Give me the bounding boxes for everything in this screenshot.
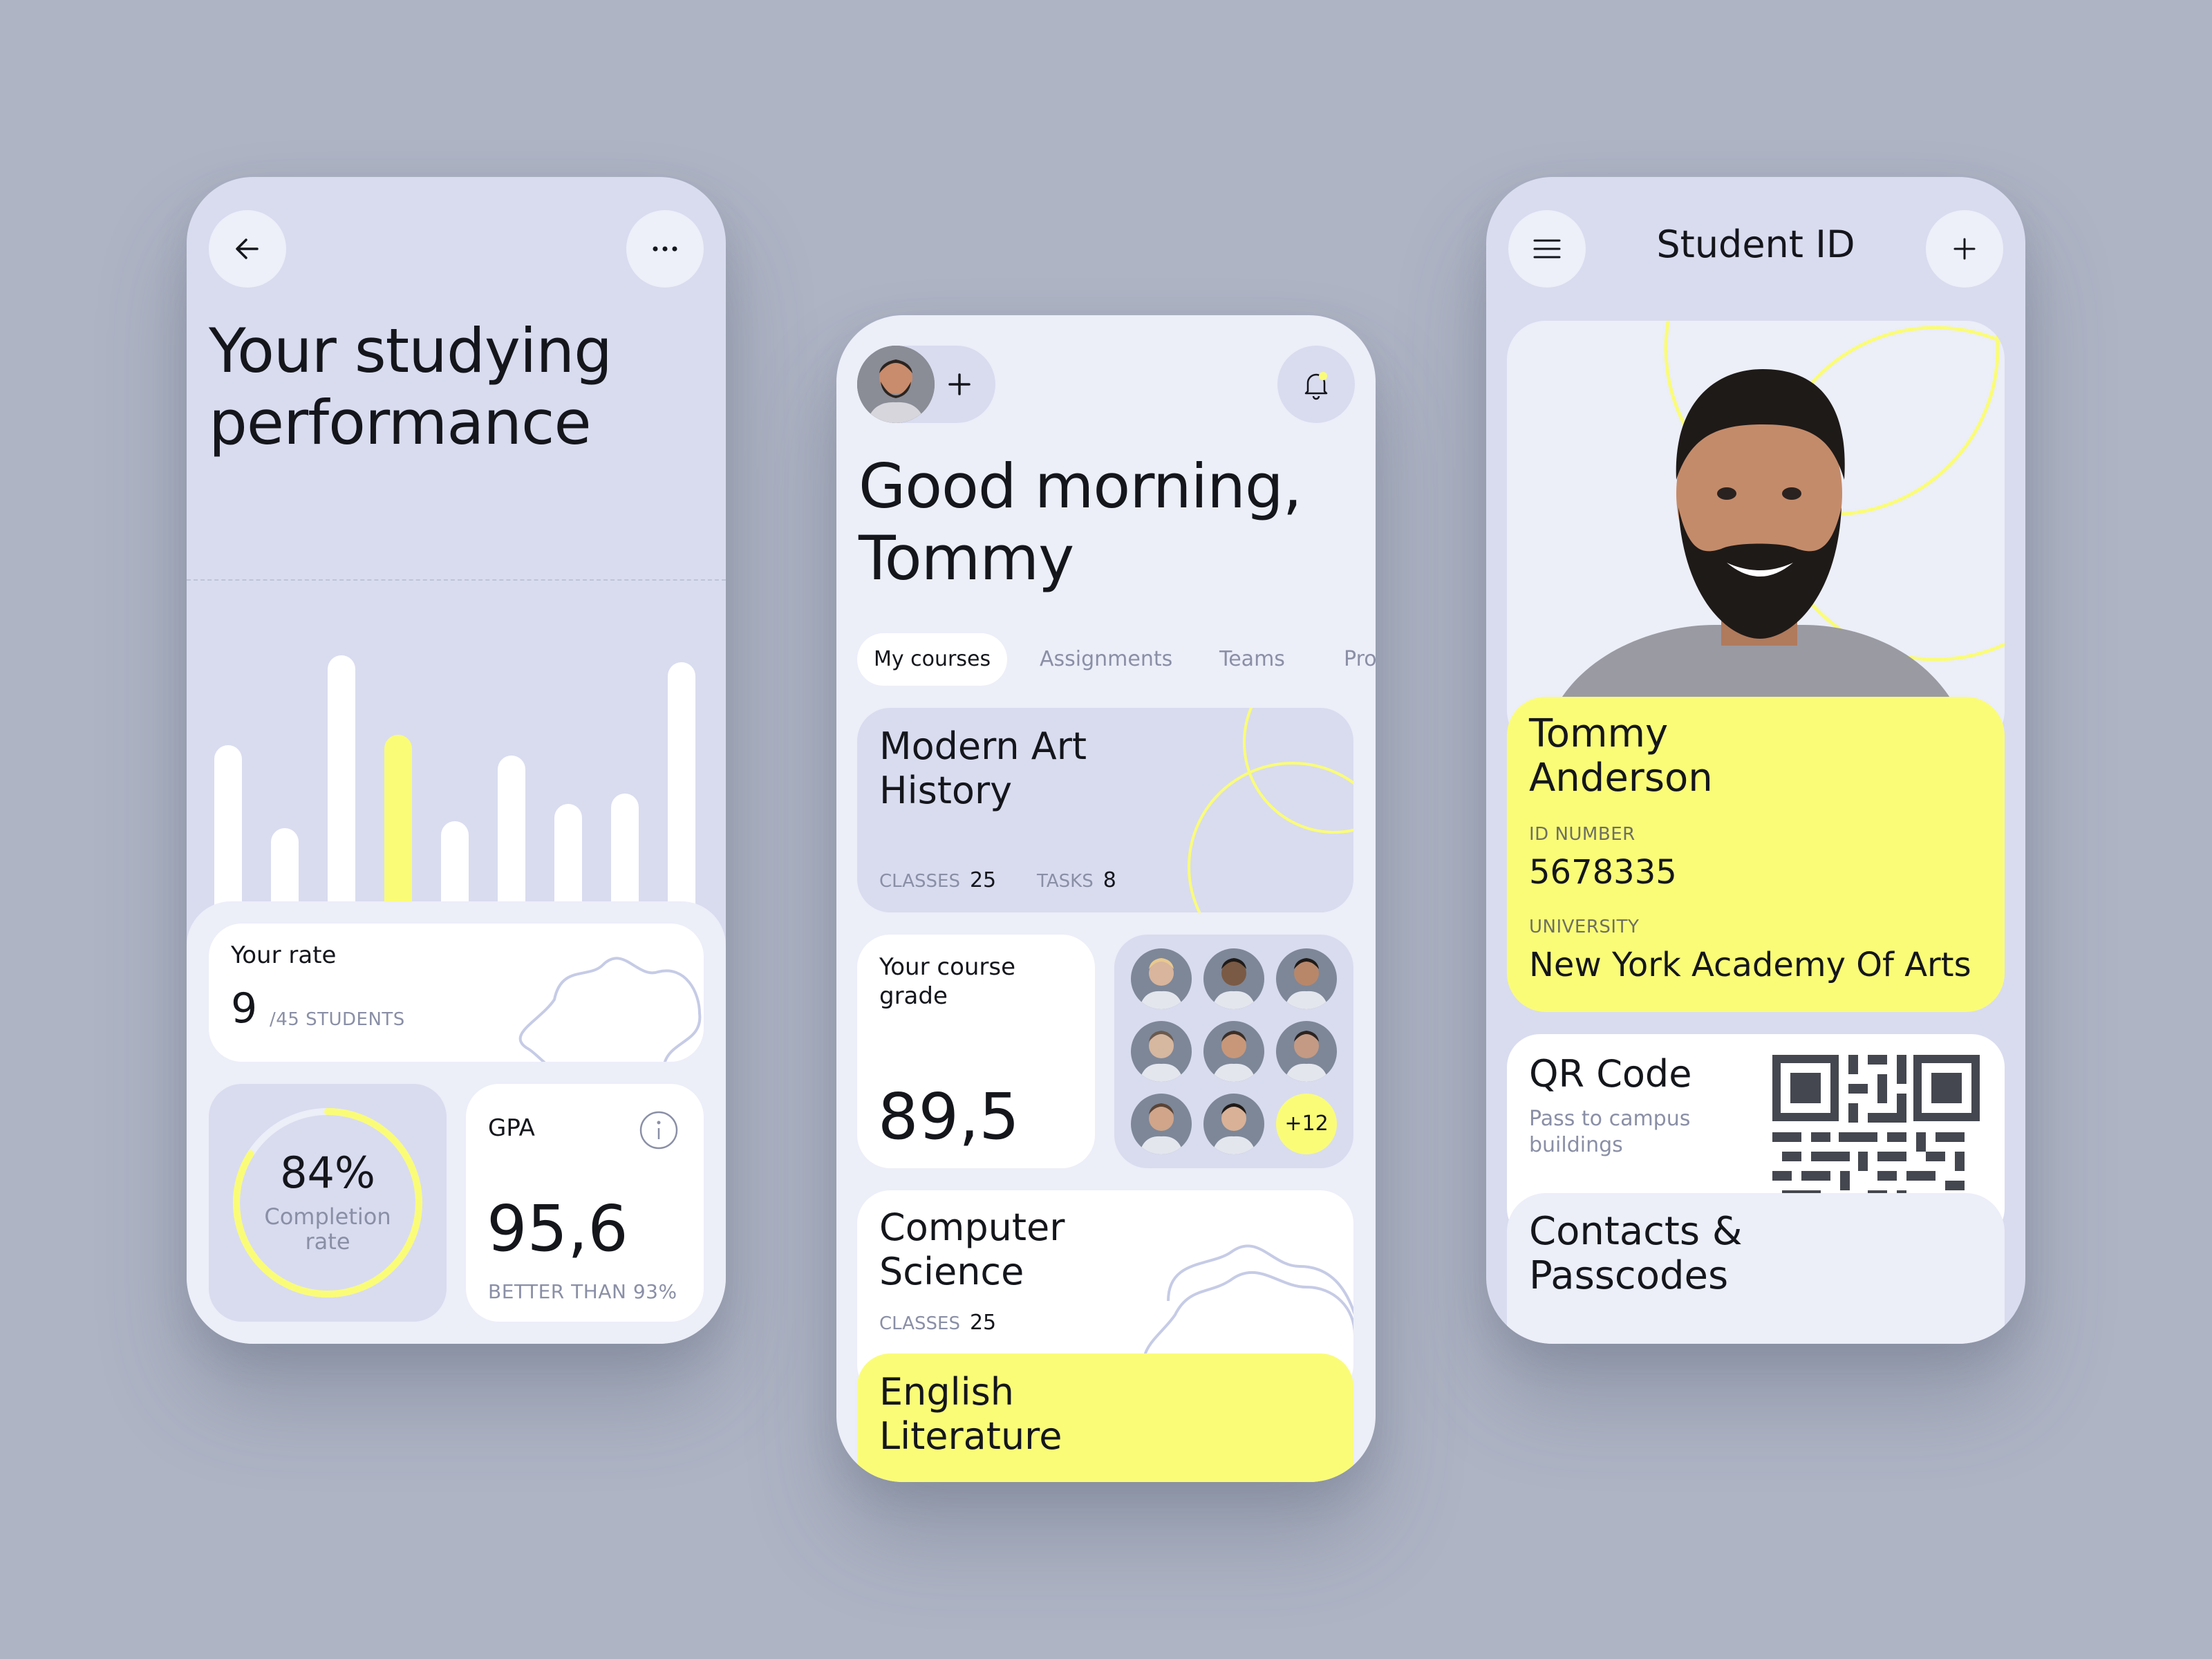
student-id-screen: Student ID Tommy Anderson ID NUMBER 5678… (1486, 177, 2025, 1344)
student-portrait-icon (1555, 321, 2005, 749)
title-line-1: Your studying (209, 315, 612, 386)
more-classmates-badge[interactable]: +12 (1276, 1094, 1337, 1154)
course-title: Modern Art History (879, 724, 1087, 813)
classmate-avatar[interactable] (1203, 1021, 1264, 1082)
plus-icon (1953, 238, 1976, 260)
classmate-avatar[interactable] (1276, 1021, 1337, 1082)
gpa-value: 95,6 (487, 1192, 628, 1266)
university-value: New York Academy Of Arts (1529, 946, 1971, 984)
rate-card[interactable]: Your rate 9 /45 STUDENTS (209, 924, 704, 1062)
grade-label-line-1: Your course (879, 953, 1016, 981)
course-grade-card[interactable]: Your course grade 89,5 (857, 935, 1095, 1168)
tasks-count: 8 (1103, 868, 1116, 892)
rate-value: 9 (231, 984, 258, 1033)
id-number-value: 5678335 (1529, 853, 1677, 892)
classmates-card[interactable]: +12 (1114, 935, 1353, 1168)
blob-decoration (518, 957, 702, 1062)
gpa-label: GPA (488, 1114, 535, 1142)
gpa-card[interactable]: GPA 95,6 BETTER THAN 93% (466, 1084, 704, 1322)
stats-panel: Your rate 9 /45 STUDENTS 84% Completion … (187, 901, 726, 1344)
tab-pro[interactable]: Pro (1327, 633, 1376, 686)
student-first-name: Tommy (1529, 711, 1669, 756)
contacts-title-line-2: Passcodes (1529, 1253, 1729, 1298)
student-photo (1507, 321, 2005, 749)
tasks-label: TASKS (1037, 871, 1094, 892)
classes-label: CLASSES (879, 1313, 960, 1334)
more-button[interactable] (626, 210, 704, 288)
add-button[interactable] (1926, 210, 2003, 288)
profile-chip[interactable] (857, 346, 995, 423)
back-button[interactable] (209, 210, 286, 288)
completion-label: Completion rate (209, 1204, 447, 1254)
classes-count: 25 (969, 1311, 997, 1335)
completion-label-line-2: rate (305, 1228, 350, 1255)
id-card[interactable]: Tommy Anderson ID NUMBER 5678335 UNIVERS… (1507, 697, 2005, 1012)
completion-label-line-1: Completion (264, 1203, 391, 1230)
classes-label: CLASSES (879, 871, 960, 892)
greeting: Good morning, Tommy (859, 451, 1302, 594)
contacts-title: Contacts & Passcodes (1529, 1210, 1743, 1298)
rate-suffix: /45 STUDENTS (270, 1009, 405, 1030)
contacts-passcodes-card[interactable]: Contacts & Passcodes (1507, 1193, 2005, 1344)
notifications-button[interactable] (1277, 346, 1355, 423)
bell-icon (1304, 372, 1328, 400)
course-card-modern-art[interactable]: Modern Art History CLASSES 25 TASKS 8 (857, 708, 1353, 912)
qr-subtitle: Pass to campus buildings (1529, 1106, 1690, 1159)
home-screen: Good morning, Tommy My courses Assignmen… (836, 315, 1376, 1482)
course-classes: CLASSES 25 (879, 1311, 996, 1335)
classmate-avatar[interactable] (1131, 1021, 1192, 1082)
average-line (187, 579, 726, 581)
completion-ring (233, 1108, 422, 1297)
contacts-title-line-1: Contacts & (1529, 1209, 1743, 1254)
id-number-label: ID NUMBER (1529, 824, 1635, 845)
classes-count: 25 (969, 868, 997, 892)
page-title: Your studying performance (209, 315, 612, 459)
completion-card[interactable]: 84% Completion rate (209, 1084, 447, 1322)
course-title: Computer Science (879, 1206, 1065, 1294)
classmate-avatar[interactable] (1131, 948, 1192, 1009)
plus-icon[interactable] (946, 371, 973, 398)
completion-value: 84% (280, 1147, 375, 1198)
greeting-line-2: Tommy (859, 523, 1074, 594)
classmate-avatar[interactable] (1276, 948, 1337, 1009)
tab-teams[interactable]: Teams (1203, 633, 1302, 686)
title-line-2: performance (209, 387, 592, 458)
classmate-avatar[interactable] (1203, 948, 1264, 1009)
course-title-line-2: Literature (879, 1414, 1062, 1458)
student-name: Tommy Anderson (1529, 712, 1713, 800)
grade-value: 89,5 (878, 1080, 1020, 1154)
avatar-portrait-icon (857, 346, 935, 423)
avatar[interactable] (857, 346, 935, 423)
course-title-line-1: Modern Art (879, 724, 1087, 768)
grade-label-line-2: grade (879, 982, 948, 1010)
more-horizontal-icon (653, 246, 677, 252)
course-title-line-2: History (879, 769, 1013, 812)
greeting-line-1: Good morning, (859, 451, 1302, 522)
course-title: English Literature (879, 1370, 1062, 1459)
course-classes: CLASSES 25 (879, 868, 996, 892)
grade-label: Your course grade (879, 953, 1015, 1011)
university-label: UNIVERSITY (1529, 917, 1640, 937)
qr-subtitle-line-2: buildings (1529, 1133, 1623, 1157)
rate-label: Your rate (231, 941, 337, 969)
student-last-name: Anderson (1529, 756, 1713, 800)
course-title-line-2: Science (879, 1250, 1024, 1293)
tab-my-courses[interactable]: My courses (857, 633, 1008, 686)
classmate-avatar[interactable] (1131, 1094, 1192, 1154)
qr-title: QR Code (1529, 1052, 1692, 1096)
gpa-note: BETTER THAN 93% (488, 1280, 677, 1303)
qr-code-icon (1772, 1055, 1980, 1210)
course-title-line-1: Computer (879, 1206, 1065, 1249)
course-tasks: TASKS 8 (1037, 868, 1116, 892)
circles-decoration (1188, 708, 1353, 912)
course-card-english-literature[interactable]: English Literature (857, 1353, 1353, 1482)
classmate-avatar[interactable] (1203, 1094, 1264, 1154)
arrow-left-icon (236, 238, 259, 259)
info-icon[interactable] (639, 1110, 679, 1150)
performance-screen: Your studying performance SEPOCTNOVDECJA… (187, 177, 726, 1344)
tab-assignments[interactable]: Assignments (1023, 633, 1189, 686)
course-title-line-1: English (879, 1370, 1014, 1414)
qr-subtitle-line-1: Pass to campus (1529, 1107, 1691, 1131)
